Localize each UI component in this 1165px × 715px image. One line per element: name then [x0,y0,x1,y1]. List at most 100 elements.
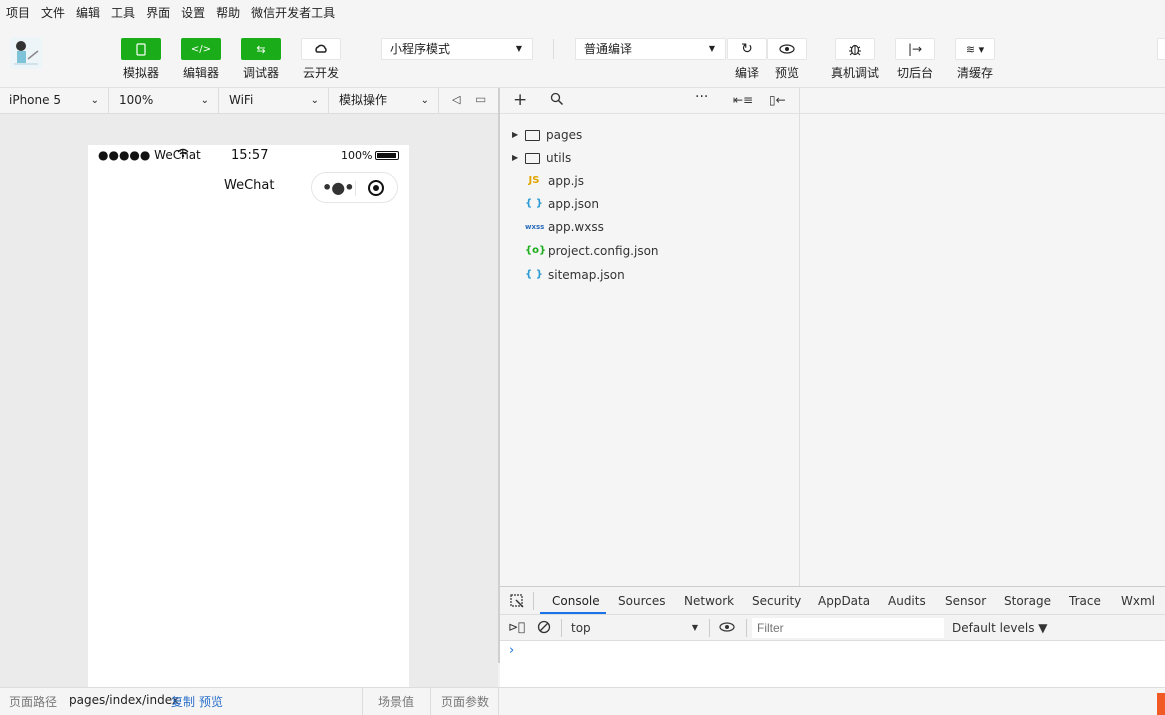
mode-select[interactable]: 小程序模式 ▼ [381,38,533,60]
caret-down-icon: ▼ [708,44,715,53]
window-icon[interactable]: ▭ [475,92,486,106]
avatar[interactable] [10,37,42,69]
editor-area[interactable] [800,88,1165,586]
cloud-button[interactable]: 云开发 [301,38,341,81]
menu-item-help[interactable]: 帮助 [216,4,240,21]
tab-network[interactable]: Network [684,594,734,608]
status-time: 15:57 [231,148,269,163]
tab-appdata[interactable]: AppData [818,594,870,608]
devtools-panel: Console Sources Network Security AppData… [500,586,1165,687]
tree-file-app-wxss[interactable]: wxss app.wxss [500,216,799,238]
file-tree: ▶ pages ▶ utils JS app.js { } app.json w… [500,114,800,586]
network-select[interactable]: WiFi ⌄ [220,88,329,113]
simulator-label: 模拟器 [122,66,159,80]
chevron-down-icon: ⌄ [200,95,209,106]
more-dots-icon[interactable]: •●• [322,178,354,197]
tab-storage[interactable]: Storage [1004,594,1051,608]
add-icon[interactable]: + [513,90,527,110]
tab-console[interactable]: Console [552,594,600,608]
tree-file-app-json[interactable]: { } app.json [500,193,799,215]
context-select[interactable]: top ▼ [566,618,704,638]
menu-item-tools[interactable]: 工具 [111,4,135,21]
tree-file-project-config[interactable]: {o} project.config.json [500,240,799,262]
preview-button[interactable]: 预览 [767,38,807,81]
status-divider [430,688,431,715]
menu-item-file[interactable]: 文件 [41,4,65,21]
console-prompt[interactable]: › [509,643,514,658]
toolbar-divider [709,619,710,637]
simulator-toolbar: iPhone 5 ⌄ 100% ⌄ WiFi ⌄ 模拟操作 ⌄ ◁ ▭ [0,88,498,114]
toolbar-divider [746,619,747,637]
eye-icon[interactable] [719,621,735,635]
compile-mode-select[interactable]: 普通编译 ▼ [575,38,726,60]
menu-item-devtools[interactable]: 微信开发者工具 [251,4,335,21]
simulator-toggle[interactable]: 模拟器 [121,38,161,81]
tab-sources[interactable]: Sources [618,594,665,608]
sidebar-toggle-icon[interactable]: ⊳⃞ [508,620,525,634]
mode-select-value: 小程序模式 [390,42,451,56]
expand-arrow-icon[interactable]: ▶ [512,147,518,169]
menu-bar: 项目 文件 编辑 工具 界面 设置 帮助 微信开发者工具 [0,0,1165,25]
more-icon[interactable]: ··· [695,89,708,105]
caret-down-icon: ▼ [515,44,522,53]
tab-divider [533,592,534,610]
split-layout-icon[interactable]: ▯← [769,93,786,107]
menu-item-edit[interactable]: 编辑 [76,4,100,21]
battery-percent: 100% [341,149,373,162]
page-path-label: 页面路径 [9,695,58,709]
tree-folder-pages[interactable]: ▶ pages [500,124,799,146]
clear-cache-button[interactable]: ≋ ▾ 清缓存 [955,38,995,81]
inspect-icon[interactable] [510,594,524,611]
preview-path-link[interactable]: 预览 [199,693,223,710]
compile-button[interactable]: ↻ 编译 [727,38,767,81]
operation-select[interactable]: 模拟操作 ⌄ [330,88,439,113]
toolbar-divider [561,619,562,637]
scene-value-button[interactable]: 场景值 [378,693,414,710]
debugger-toggle[interactable]: ⇆ 调试器 [241,38,281,81]
device-select[interactable]: iPhone 5 ⌄ [0,88,109,113]
device-select-value: iPhone 5 [9,93,61,107]
tab-audits[interactable]: Audits [888,594,926,608]
tree-folder-utils[interactable]: ▶ utils [500,147,799,169]
main-toolbar: 模拟器 </> 编辑器 ⇆ 调试器 云开发 小程序模式 ▼ 普通编译 ▼ ↻ 编… [0,25,1165,88]
tree-file-sitemap-json[interactable]: { } sitemap.json [500,264,799,286]
exit-arrow-icon: |→ [895,38,935,60]
search-icon[interactable] [550,92,564,110]
background-button[interactable]: |→ 切后台 [895,38,935,81]
tab-security[interactable]: Security [752,594,801,608]
operation-select-value: 模拟操作 [339,93,388,107]
status-divider [362,688,363,715]
overflow-button[interactable] [1157,38,1165,60]
console-filter-input[interactable] [752,618,944,638]
clear-console-icon[interactable] [537,620,551,637]
close-target-icon[interactable] [368,180,384,196]
collapse-icon[interactable]: ⇤≡ [733,93,753,107]
phone-screen[interactable]: ●●●●● WeChat 15:57 100% WeChat •●• [88,145,409,687]
menu-item-view[interactable]: 界面 [146,4,170,21]
menu-item-project[interactable]: 项目 [6,4,30,21]
zoom-select-value: 100% [119,93,154,107]
caret-down-icon: ▼ [691,623,698,632]
menu-item-settings[interactable]: 设置 [181,4,205,21]
volume-icon[interactable]: ◁ [452,93,460,106]
tab-sensor[interactable]: Sensor [945,594,986,608]
code-icon: </> [181,38,221,60]
copy-path-link[interactable]: 复制 [171,693,195,710]
network-select-value: WiFi [229,93,254,107]
tab-trace[interactable]: Trace [1069,594,1101,608]
status-divider [498,688,499,715]
expand-arrow-icon[interactable]: ▶ [512,124,518,146]
js-file-icon: JS [528,175,540,186]
tab-wxml[interactable]: Wxml [1121,594,1155,608]
zoom-select[interactable]: 100% ⌄ [110,88,219,113]
notification-icon[interactable] [1157,693,1165,715]
swap-icon: ⇆ [241,38,281,60]
tree-file-app-js[interactable]: JS app.js [500,170,799,192]
real-device-debug-button[interactable]: 真机调试 [831,38,879,81]
log-levels-select[interactable]: Default levels ▼ [952,621,1048,635]
page-params-button[interactable]: 页面参数 [441,693,489,710]
editor-toggle[interactable]: </> 编辑器 [181,38,221,81]
debugger-label: 调试器 [242,66,279,80]
wxss-file-icon: wxss [525,223,545,231]
preview-label: 预览 [774,66,799,80]
